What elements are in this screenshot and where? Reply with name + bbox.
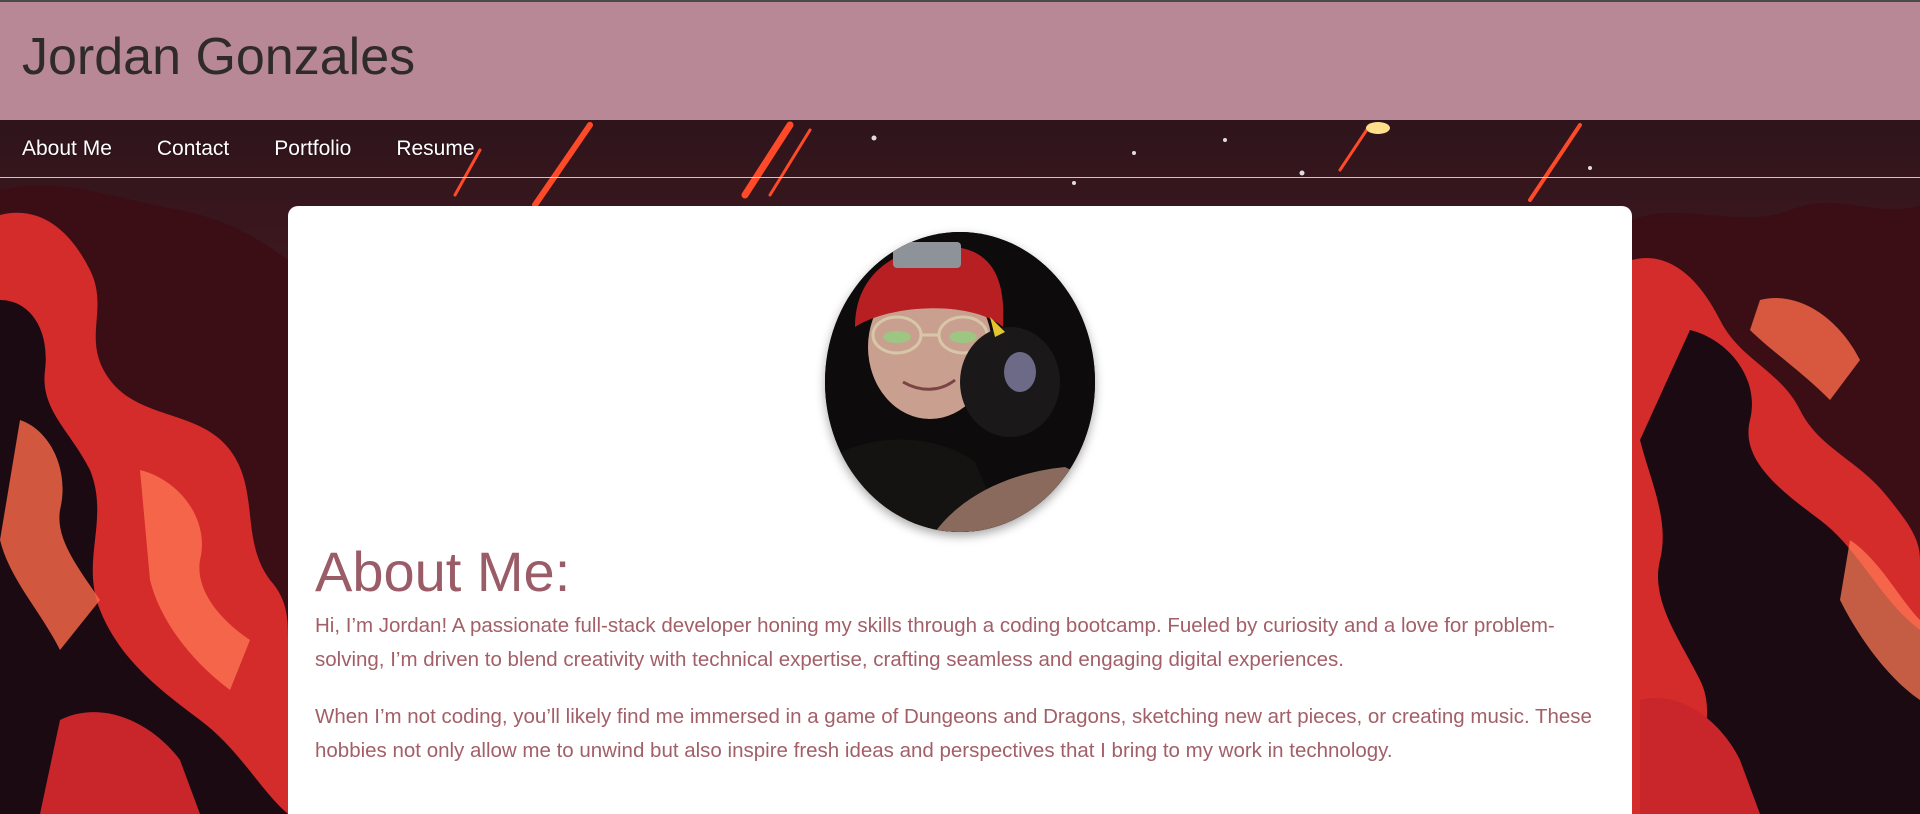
nav-item-portfolio: Portfolio — [274, 137, 351, 161]
about-card: About Me: Hi, I’m Jordan! A passionate f… — [288, 206, 1632, 814]
main-nav: About Me Contact Portfolio Resume — [0, 120, 1920, 178]
nav-list: About Me Contact Portfolio Resume — [0, 120, 1920, 178]
about-heading: About Me: — [315, 540, 571, 603]
nav-link-portfolio[interactable]: Portfolio — [274, 137, 351, 160]
nav-item-about: About Me — [22, 137, 112, 161]
site-title: Jordan Gonzales — [22, 28, 416, 86]
nav-link-resume[interactable]: Resume — [396, 137, 474, 160]
site-header: Jordan Gonzales — [0, 0, 1920, 120]
nav-item-resume: Resume — [396, 137, 474, 161]
about-paragraph-intro: Hi, I’m Jordan! A passionate full-stack … — [315, 614, 1555, 671]
nav-link-about-me[interactable]: About Me — [22, 137, 112, 160]
profile-photo — [825, 232, 1095, 532]
nav-link-contact[interactable]: Contact — [157, 137, 229, 160]
nav-item-contact: Contact — [157, 137, 229, 161]
about-paragraph-hobbies: When I’m not coding, you’ll likely find … — [315, 705, 1592, 762]
